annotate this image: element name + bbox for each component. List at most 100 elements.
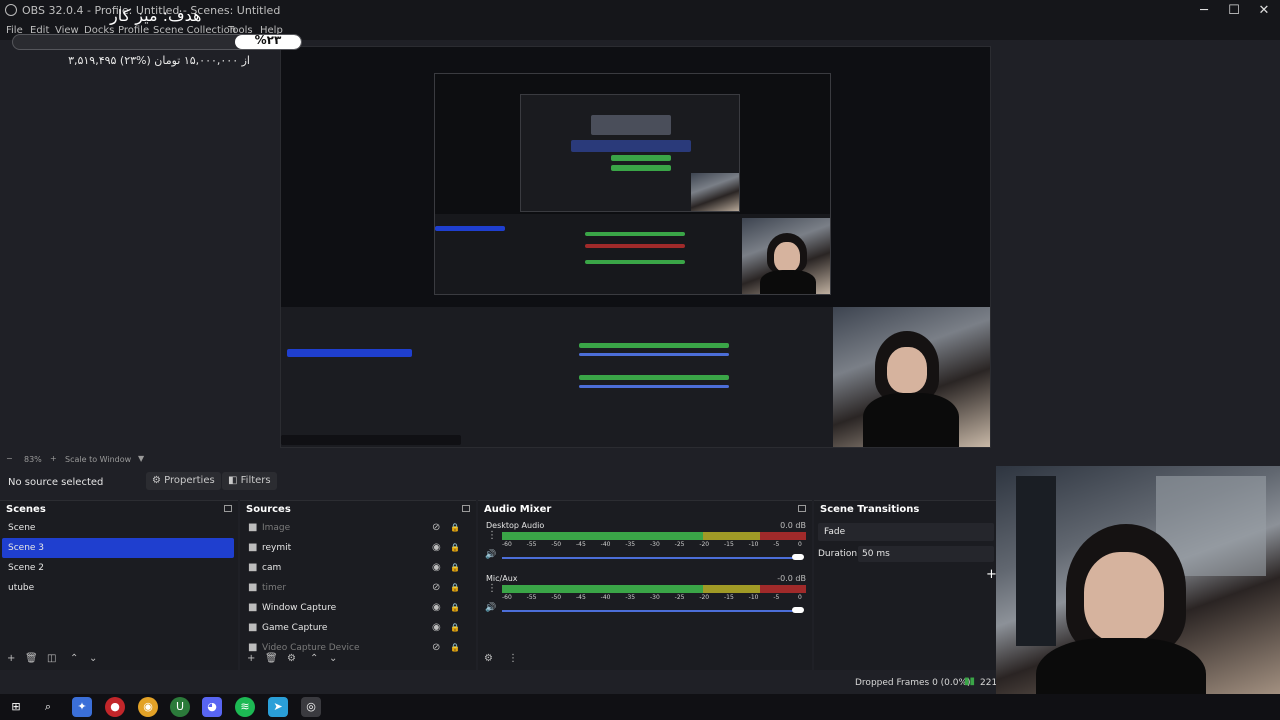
zoom-in-icon[interactable]: +	[50, 454, 57, 463]
dock-undock-icon[interactable]	[798, 505, 806, 512]
nested-preview-canvas	[435, 74, 830, 214]
eye-icon[interactable]: ◉	[432, 538, 441, 558]
move-up-icon[interactable]: ⌃	[70, 653, 78, 664]
close-button[interactable]: ✕	[1250, 2, 1278, 20]
eye-icon[interactable]: ◉	[432, 598, 441, 618]
source-item[interactable]: ■ reymit ◉ 🔒	[242, 538, 470, 558]
nested-preview	[434, 73, 831, 295]
nested-preview-deep	[520, 94, 740, 212]
volume-slider[interactable]	[502, 557, 802, 559]
lock-icon[interactable]: 🔒	[450, 638, 460, 658]
scale-tick: -40	[600, 594, 611, 601]
volume-slider-knob[interactable]	[792, 607, 804, 613]
transition-select[interactable]: Fade	[818, 523, 994, 541]
source-item[interactable]: ■ Game Capture ◉ 🔒	[242, 618, 470, 638]
lock-icon[interactable]: 🔒	[450, 538, 460, 558]
zoom-out-icon[interactable]: −	[6, 454, 13, 463]
goal-amount: ۳,۵۱۹,۴۹۵ از ۱۵,۰۰۰,۰۰۰ تومان (%۲۳)	[68, 54, 250, 67]
source-label: reymit	[262, 543, 292, 553]
signal-icon: ▮▮	[964, 676, 976, 687]
lock-icon[interactable]: 🔒	[450, 578, 460, 598]
nested-docks	[281, 307, 836, 447]
scene-item[interactable]: Scene 2	[2, 558, 234, 578]
duration-label: Duration	[818, 549, 858, 559]
remove-scene-icon[interactable]: 🗑	[25, 653, 38, 664]
scale-dropdown-icon[interactable]: ▼	[138, 454, 144, 463]
scale-tick: -25	[674, 541, 685, 548]
scale-tick: -20	[699, 594, 710, 601]
add-scene-icon[interactable]: +	[7, 653, 15, 664]
scale-tick: -10	[748, 541, 759, 548]
scale-tick: -20	[699, 541, 710, 548]
move-up-icon[interactable]: ⌃	[310, 653, 318, 664]
preview-canvas[interactable]	[280, 46, 991, 448]
nested-webcam	[833, 307, 990, 447]
lock-icon[interactable]: 🔒	[450, 518, 460, 538]
move-down-icon[interactable]: ⌄	[329, 653, 337, 664]
taskbar: ⊞ ⌕ ✦ ● ◉ U ◕ ≋ ➤ ◎	[0, 694, 1280, 720]
speaker-icon[interactable]: 🔊	[485, 603, 496, 613]
meter-scale: -60 -55 -50 -45 -40 -35 -30 -25 -20 -15 -10 -5 0	[502, 541, 806, 549]
zoom-level: 83%	[24, 455, 42, 464]
eye-hidden-icon[interactable]: ⊘	[432, 638, 440, 658]
maximize-button[interactable]: ☐	[1220, 2, 1248, 20]
duration-input[interactable]: 50 ms	[858, 546, 994, 562]
channel-menu-icon[interactable]: ⋮	[487, 583, 497, 594]
properties-button[interactable]: ⚙ Properties	[146, 472, 221, 490]
volume-slider[interactable]	[502, 610, 802, 612]
upwork-icon[interactable]: U	[170, 697, 190, 717]
spotify-icon[interactable]: ≋	[235, 697, 255, 717]
lock-icon[interactable]: 🔒	[450, 618, 460, 638]
lock-icon[interactable]: 🔒	[450, 558, 460, 578]
eye-hidden-icon[interactable]: ⊘	[432, 578, 440, 598]
source-item[interactable]: ■ Window Capture ◉ 🔒	[242, 598, 470, 618]
source-properties-icon[interactable]: ⚙	[287, 653, 296, 664]
discord-icon[interactable]: ◕	[202, 697, 222, 717]
telegram-icon[interactable]: ➤	[268, 697, 288, 717]
add-source-icon[interactable]: +	[247, 653, 255, 664]
filters-button[interactable]: ◧ Filters	[222, 472, 277, 490]
move-down-icon[interactable]: ⌄	[89, 653, 97, 664]
scene-label: Scene 3	[8, 543, 45, 553]
eye-icon[interactable]: ◉	[432, 618, 441, 638]
source-item[interactable]: ■ Image ⊘ 🔒	[242, 518, 470, 538]
audio-mixer-dock: Audio Mixer Desktop Audio 0.0 dB ⋮ -60 -55 -5…	[478, 500, 812, 670]
remove-source-icon[interactable]: 🗑	[265, 653, 278, 664]
filters-label: Filters	[240, 475, 271, 486]
eye-icon[interactable]: ◉	[432, 558, 441, 578]
source-label: cam	[262, 563, 282, 573]
obs-red-icon[interactable]: ●	[105, 697, 125, 717]
channel-name: Mic/Aux	[486, 574, 518, 583]
source-item[interactable]: ■ cam ◉ 🔒	[242, 558, 470, 578]
scale-tick: -35	[625, 541, 636, 548]
obs-icon[interactable]: ◎	[301, 697, 321, 717]
dock-undock-icon[interactable]	[224, 505, 232, 512]
copilot-icon[interactable]: ✦	[72, 697, 92, 717]
scale-tick: -55	[526, 594, 537, 601]
search-icon[interactable]: ⌕	[38, 697, 58, 717]
minimize-button[interactable]: ─	[1190, 2, 1218, 20]
windows-icon[interactable]: ⊞	[6, 697, 26, 717]
scale-tick: -60	[502, 594, 512, 601]
scene-item[interactable]: utube	[2, 578, 234, 598]
scale-tick: -35	[625, 594, 636, 601]
eye-hidden-icon[interactable]: ⊘	[432, 518, 440, 538]
goal-title: هدف: میز کار	[110, 6, 202, 25]
lock-icon[interactable]: 🔒	[450, 598, 460, 618]
mixer-menu-icon[interactable]: ⋮	[508, 653, 518, 664]
volume-slider-knob[interactable]	[792, 554, 804, 560]
scene-label: utube	[8, 583, 35, 593]
source-item[interactable]: ■ timer ⊘ 🔒	[242, 578, 470, 598]
channel-menu-icon[interactable]: ⋮	[487, 530, 497, 541]
speaker-icon[interactable]: 🔊	[485, 550, 496, 560]
no-source-label: No source selected	[8, 477, 104, 488]
dock-undock-icon[interactable]	[462, 505, 470, 512]
scene-item-selected[interactable]: Scene 3	[2, 538, 234, 558]
advanced-audio-icon[interactable]: ⚙	[484, 653, 493, 664]
scale-mode[interactable]: Scale to Window	[65, 455, 131, 464]
scenes-title: Scenes	[6, 504, 46, 515]
chrome-icon[interactable]: ◉	[138, 697, 158, 717]
browser-icon: ■	[248, 542, 258, 553]
scene-item[interactable]: Scene	[2, 518, 234, 538]
scene-filter-icon[interactable]: ◫	[47, 653, 56, 664]
